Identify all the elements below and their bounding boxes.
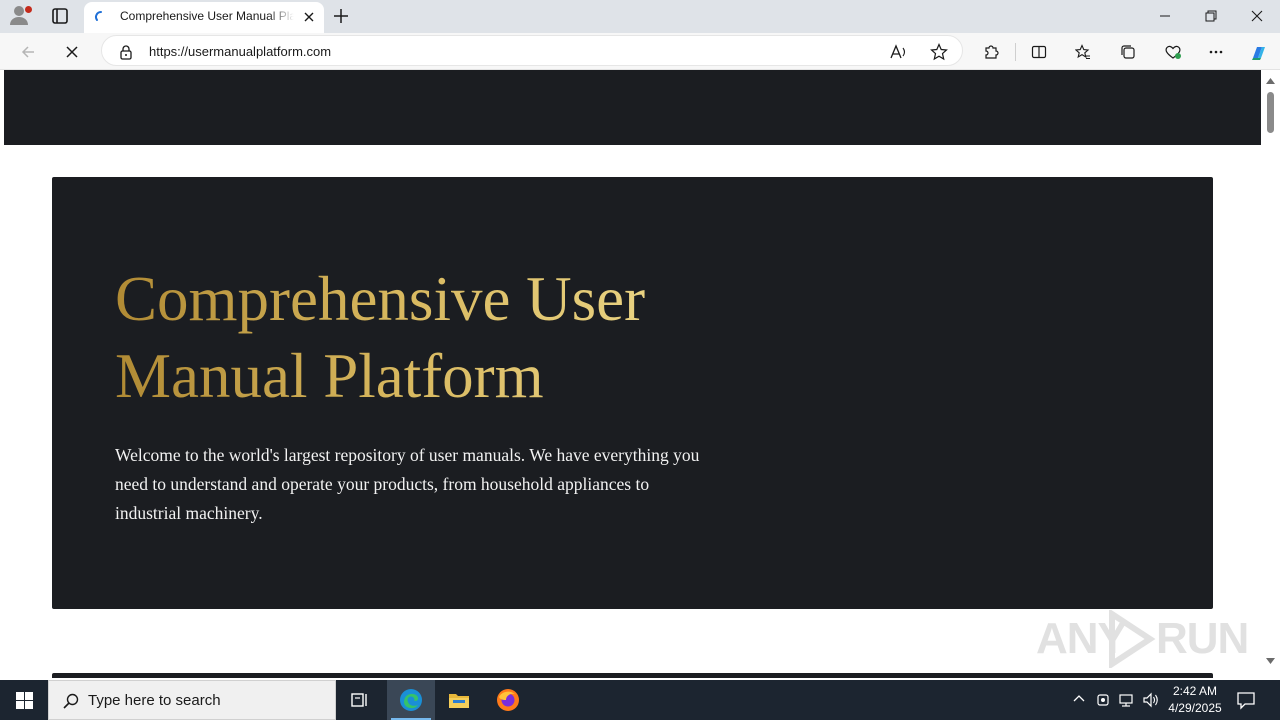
favorites-button[interactable] bbox=[1069, 38, 1097, 66]
loading-spinner-icon bbox=[95, 11, 102, 21]
meet-now-icon[interactable] bbox=[1096, 692, 1110, 708]
copilot-icon bbox=[1252, 47, 1265, 60]
stop-loading-button[interactable] bbox=[58, 38, 86, 66]
taskbar-edge-app[interactable] bbox=[387, 680, 435, 720]
url-text[interactable]: https://usermanualplatform.com bbox=[149, 44, 331, 59]
new-tab-button[interactable] bbox=[330, 5, 352, 27]
stop-icon bbox=[66, 46, 78, 58]
task-view-button[interactable] bbox=[336, 680, 384, 720]
minimize-button[interactable] bbox=[1142, 0, 1188, 32]
clock-date: 4/29/2025 bbox=[1168, 701, 1222, 715]
split-screen-icon bbox=[1031, 45, 1047, 59]
tab-actions-button[interactable] bbox=[48, 4, 74, 28]
back-button[interactable] bbox=[14, 38, 42, 66]
hero-description: Welcome to the world's largest repositor… bbox=[115, 445, 700, 523]
tab-title: Comprehensive User Manual Platform bbox=[120, 9, 294, 23]
split-screen-button[interactable] bbox=[1025, 38, 1053, 66]
search-icon bbox=[63, 693, 79, 709]
lock-icon[interactable] bbox=[119, 44, 133, 60]
browser-tab-strip: Comprehensive User Manual Platform bbox=[0, 0, 1280, 33]
copilot-button[interactable] bbox=[1244, 38, 1272, 66]
close-window-button[interactable] bbox=[1234, 0, 1280, 32]
browser-essentials-button[interactable] bbox=[1158, 38, 1186, 66]
page-viewport: Comprehensive User Manual Platform Welco… bbox=[0, 70, 1280, 678]
scroll-down-arrow-icon[interactable] bbox=[1266, 658, 1275, 664]
clock-time: 2:42 AM bbox=[1172, 684, 1218, 698]
browser-toolbar: https://usermanualplatform.com bbox=[0, 33, 1280, 70]
play-logo-icon bbox=[1109, 610, 1156, 668]
favorites-icon bbox=[1075, 44, 1090, 60]
next-section-edge bbox=[52, 673, 1213, 678]
show-hidden-icons-chevron-icon[interactable] bbox=[1072, 692, 1086, 706]
taskbar-clock[interactable]: 2:42 AM 4/29/2025 bbox=[1160, 683, 1230, 717]
scroll-up-arrow-icon[interactable] bbox=[1266, 78, 1275, 84]
add-favorite-star-icon[interactable] bbox=[930, 43, 948, 61]
watermark-text-right: RUN bbox=[1156, 614, 1249, 663]
start-button[interactable] bbox=[0, 680, 48, 720]
search-placeholder: Type here to search bbox=[88, 692, 221, 709]
restore-button[interactable] bbox=[1188, 0, 1234, 32]
extensions-button[interactable] bbox=[977, 38, 1005, 66]
folder-icon bbox=[449, 694, 469, 708]
taskbar-firefox-app[interactable] bbox=[484, 680, 532, 720]
toolbar-divider bbox=[1015, 43, 1016, 61]
active-tab[interactable]: Comprehensive User Manual Platform bbox=[84, 2, 324, 33]
address-bar[interactable]: https://usermanualplatform.com bbox=[101, 35, 963, 66]
task-view-icon bbox=[351, 693, 367, 707]
collections-button[interactable] bbox=[1114, 38, 1142, 66]
restore-icon bbox=[1205, 10, 1217, 22]
site-header bbox=[4, 70, 1261, 145]
anyrun-watermark: ANY RUN bbox=[1036, 608, 1249, 672]
tab-actions-icon bbox=[52, 8, 68, 24]
close-tab-icon[interactable] bbox=[302, 10, 316, 24]
plus-icon bbox=[334, 9, 348, 23]
taskbar-file-explorer-app[interactable] bbox=[435, 680, 483, 720]
minimize-icon bbox=[1160, 15, 1170, 17]
volume-icon[interactable] bbox=[1142, 692, 1160, 708]
scrollbar-thumb[interactable] bbox=[1267, 92, 1274, 133]
network-icon[interactable] bbox=[1118, 692, 1136, 708]
close-icon bbox=[1251, 10, 1263, 22]
firefox-icon bbox=[497, 689, 519, 711]
windows-logo-icon bbox=[16, 692, 33, 709]
profile-button[interactable] bbox=[8, 4, 34, 28]
read-aloud-icon[interactable] bbox=[890, 44, 908, 60]
notification-dot bbox=[25, 6, 32, 13]
collections-icon bbox=[1121, 45, 1135, 59]
more-dots-icon bbox=[1209, 50, 1223, 54]
edge-browser-icon bbox=[400, 689, 422, 711]
settings-more-button[interactable] bbox=[1202, 38, 1230, 66]
heartbeat-icon bbox=[1165, 45, 1181, 59]
windows-taskbar: Type here to search 2:42 AM 4/29/2025 bbox=[0, 680, 1280, 720]
hero-title: Comprehensive User Manual Platform bbox=[115, 261, 735, 415]
hero-section: Comprehensive User Manual Platform Welco… bbox=[52, 177, 1213, 609]
puzzle-icon bbox=[985, 45, 999, 59]
notification-center-icon[interactable] bbox=[1236, 690, 1256, 710]
taskbar-search-box[interactable]: Type here to search bbox=[48, 680, 336, 720]
page-scrollbar[interactable] bbox=[1261, 70, 1280, 678]
back-arrow-icon bbox=[21, 46, 34, 58]
